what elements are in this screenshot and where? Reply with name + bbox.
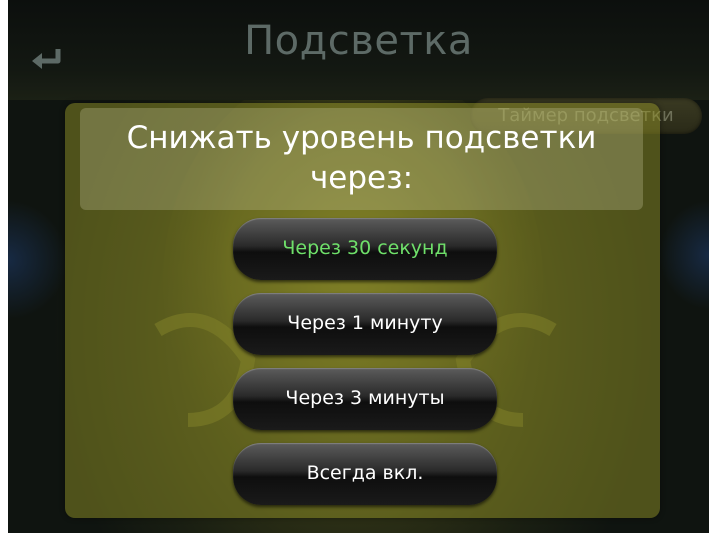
screen: Подсветка Таймер подсветки Снижать урове…: [8, 0, 709, 533]
left-glow: [8, 200, 68, 320]
prompt-box: Снижать уровень подсветки через:: [80, 108, 643, 210]
option-label: Через 1 минуту: [287, 312, 443, 334]
option-label: Через 3 минуты: [285, 387, 445, 409]
option-always-on-button[interactable]: Всегда вкл.: [233, 443, 497, 505]
option-label: Всегда вкл.: [306, 462, 424, 484]
right-glow: [659, 200, 709, 310]
option-1-minute-button[interactable]: Через 1 минуту: [233, 293, 497, 355]
page-title: Подсветка: [244, 18, 473, 64]
timeout-dialog: Снижать уровень подсветки через: Через 3…: [65, 103, 660, 518]
option-30-seconds-button[interactable]: Через 30 секунд: [233, 218, 497, 280]
option-label: Через 30 секунд: [282, 237, 448, 259]
header-bar: Подсветка: [8, 0, 709, 100]
dialog-prompt: Снижать уровень подсветки через:: [126, 120, 597, 196]
option-3-minutes-button[interactable]: Через 3 минуты: [233, 368, 497, 430]
